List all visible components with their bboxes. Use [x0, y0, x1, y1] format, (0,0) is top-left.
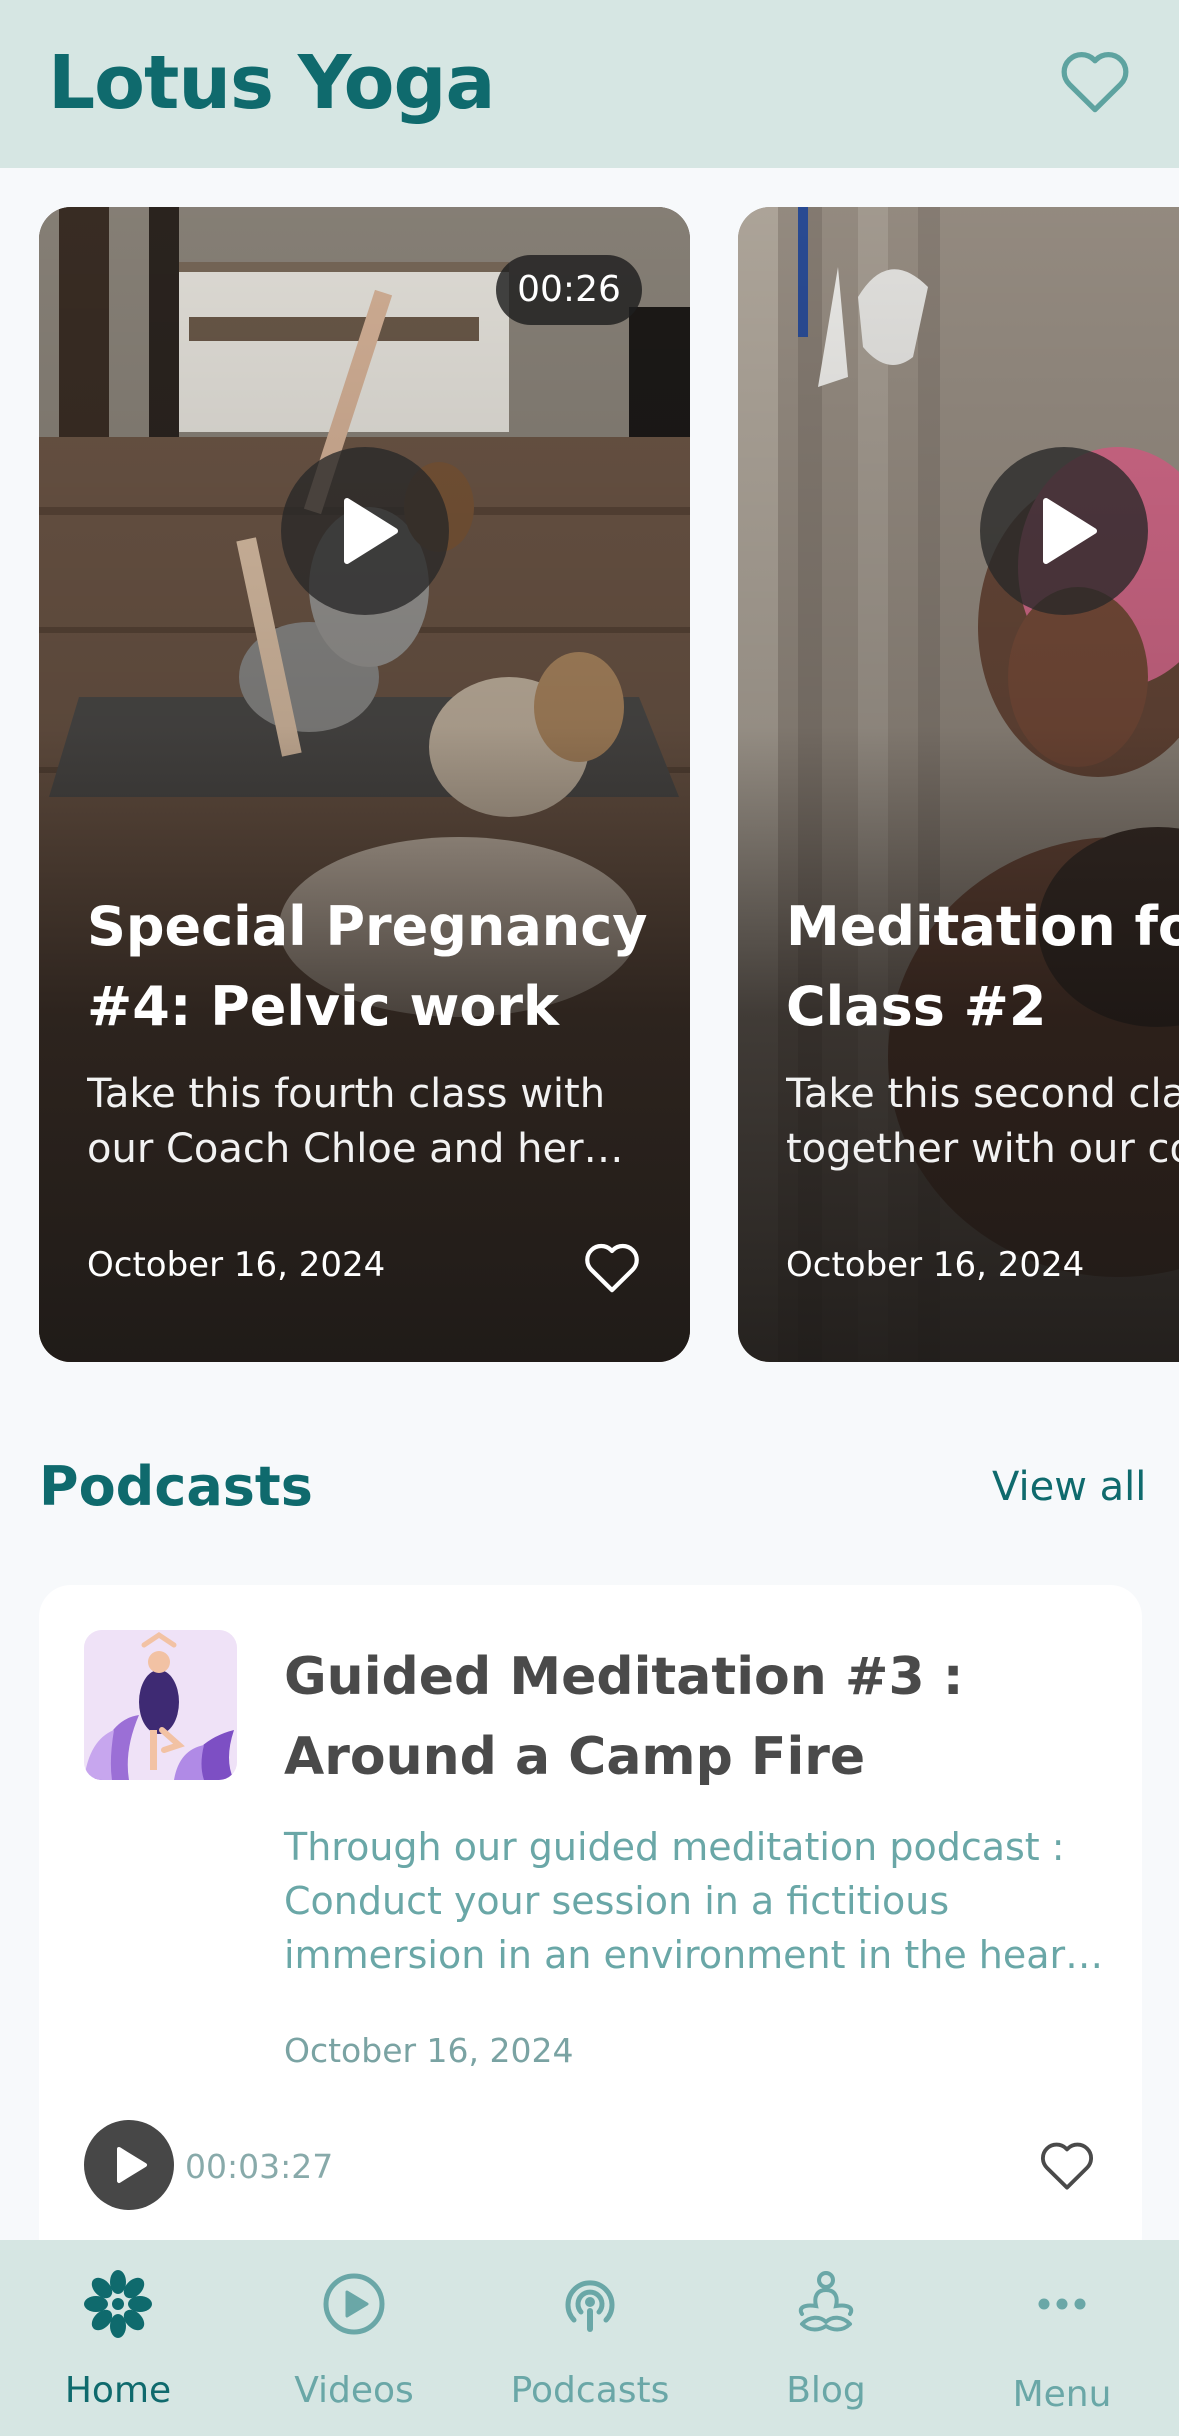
video-play-button[interactable] [281, 447, 449, 615]
podcast-favorite-heart-icon[interactable] [1039, 2141, 1095, 2191]
video-date: October 16, 2024 [786, 1245, 1085, 1285]
favorites-heart-icon[interactable] [1060, 50, 1130, 114]
video-description: Take this second cla together with our c… [786, 1071, 1179, 1172]
nav-item-podcasts[interactable]: Podcasts [472, 2240, 708, 2436]
play-icon [344, 498, 398, 564]
meditation-person-icon [798, 2271, 854, 2332]
podcasts-section-title: Podcasts [39, 1455, 313, 1518]
view-all-podcasts-link[interactable]: View all [992, 1464, 1146, 1510]
more-dots-icon [1038, 2298, 1086, 2310]
video-duration-badge: 00:26 [496, 255, 642, 325]
video-title[interactable]: Special Pregnancy #4: Pelvic work [87, 887, 677, 1047]
video-description: Take this fourth class with our Coach Ch… [87, 1071, 624, 1172]
video-gradient-overlay [738, 207, 1179, 1362]
nav-item-blog[interactable]: Blog [708, 2240, 944, 2436]
nav-label-menu: Menu [1012, 2374, 1112, 2415]
podcast-date: October 16, 2024 [284, 2031, 574, 2070]
nav-item-menu[interactable]: Menu [944, 2240, 1179, 2436]
podcast-title[interactable]: Guided Meditation #3 : Around a Camp Fir… [284, 1637, 1104, 1797]
nav-label-home: Home [64, 2370, 172, 2411]
video-date: October 16, 2024 [87, 1245, 386, 1285]
nav-item-videos[interactable]: Videos [236, 2240, 472, 2436]
video-card[interactable]: Meditation for Class #2 Take this second… [738, 207, 1179, 1362]
bottom-navigation: Home Videos Podcasts Blog Menu [0, 2240, 1179, 2436]
podcast-play-button[interactable] [84, 2120, 174, 2210]
app-header: Lotus Yoga [0, 0, 1179, 168]
video-gradient-overlay [39, 207, 690, 1362]
nav-label-videos: Videos [294, 2370, 414, 2411]
podcast-icon [565, 2280, 615, 2332]
app-title: Lotus Yoga [48, 40, 495, 126]
video-favorite-heart-icon[interactable] [584, 1242, 640, 1294]
video-play-button[interactable] [980, 447, 1148, 615]
nav-label-blog: Blog [786, 2370, 866, 2411]
nav-label-podcasts: Podcasts [510, 2370, 670, 2411]
lotus-flower-icon [84, 2270, 152, 2338]
video-card[interactable]: 00:26 Special Pregnancy #4: Pelvic work … [39, 207, 690, 1362]
podcast-thumbnail [84, 1630, 237, 1780]
play-icon [1043, 498, 1097, 564]
podcast-description: Through our guided meditation podcast : … [284, 1825, 1104, 1977]
video-title[interactable]: Meditation for Class #2 [786, 887, 1179, 1047]
podcast-duration: 00:03:27 [185, 2147, 334, 2186]
video-carousel[interactable]: 00:26 Special Pregnancy #4: Pelvic work … [0, 207, 1179, 1362]
nav-item-home[interactable]: Home [0, 2240, 236, 2436]
play-circle-icon [323, 2273, 385, 2335]
play-icon [117, 2147, 147, 2183]
